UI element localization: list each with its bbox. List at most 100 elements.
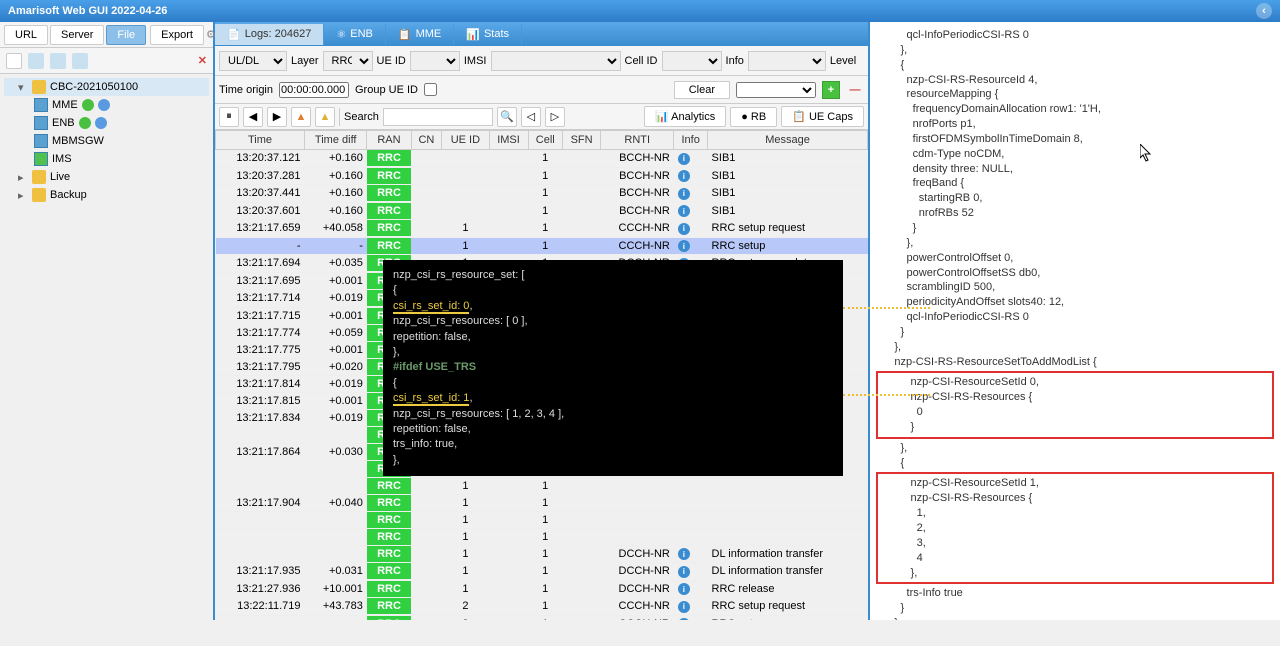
tab-enb[interactable]: ⚛ENB <box>324 24 386 45</box>
search-next-icon[interactable]: ▷ <box>545 107 565 127</box>
log-row[interactable]: --RRC 2 1 CCCH-NRiRRC setup <box>216 615 868 620</box>
col-info[interactable]: Info <box>674 131 708 150</box>
col-rnti[interactable]: RNTI <box>601 131 674 150</box>
next-icon[interactable]: ▶ <box>267 107 287 127</box>
log-row[interactable]: --RRC 1 1 CCCH-NRiRRC setup <box>216 237 868 255</box>
code-line: qcl-InfoPeriodicCSI-RS 0 <box>876 28 1274 43</box>
prev-icon[interactable]: ◀ <box>243 107 263 127</box>
tree-item-mbmsgw[interactable]: MBMSGW <box>4 132 209 150</box>
code-line: nzp-CSI-ResourceSetId 0, <box>880 375 1270 390</box>
code-line: nzp-CSI-RS-ResourceSetToAddModList { <box>876 355 1274 370</box>
warn-icon[interactable]: ▲ <box>291 107 311 127</box>
code-line: nzp-CSI-RS-Resources { <box>880 390 1270 405</box>
col-sfn[interactable]: SFN <box>562 131 600 150</box>
uecaps-icon: 📋 <box>792 111 806 123</box>
uldl-select[interactable]: UL/DL <box>219 51 287 71</box>
export-button[interactable]: Export <box>150 25 204 45</box>
log-row[interactable]: 13:21:17.904+0.040RRC 1 1 <box>216 494 868 511</box>
pause-icon[interactable] <box>50 53 66 69</box>
code-line: 3, <box>880 536 1270 551</box>
binoculars-icon[interactable]: 🔍 <box>497 107 517 127</box>
tree-item-mme[interactable]: MME <box>4 96 209 114</box>
col-cell[interactable]: Cell <box>528 131 562 150</box>
log-row[interactable]: RRC 1 1 <box>216 477 868 494</box>
code-line: } <box>876 325 1274 340</box>
url-button[interactable]: URL <box>4 25 48 45</box>
uecaps-button[interactable]: 📋 UE Caps <box>781 106 864 127</box>
group-ue-label: Group UE ID <box>355 84 418 96</box>
log-row[interactable]: 13:21:17.659+40.058RRC 1 1 CCCH-NRiRRC s… <box>216 220 868 238</box>
status-badge <box>98 99 110 111</box>
highlight-box-1: nzp-CSI-ResourceSetId 0, nzp-CSI-RS-Reso… <box>876 371 1274 438</box>
add-icon[interactable] <box>6 53 22 69</box>
code-line: nrofPorts p1, <box>876 117 1274 132</box>
log-row[interactable]: 13:20:37.281+0.160RRC 1 BCCH-NRiSIB1 <box>216 167 868 185</box>
log-row[interactable]: 13:21:17.935+0.031RRC 1 1 DCCH-NRiDL inf… <box>216 563 868 581</box>
rb-button[interactable]: ● RB <box>730 107 777 127</box>
col-ueid[interactable]: UE ID <box>442 131 489 150</box>
connector-2 <box>843 394 930 396</box>
warn2-icon[interactable]: ▲ <box>315 107 335 127</box>
imsi-select[interactable] <box>491 51 621 71</box>
code-line: }, <box>876 236 1274 251</box>
tab-stats[interactable]: 📊Stats <box>454 24 522 45</box>
collapse-icon[interactable]: ‹ <box>1256 3 1272 19</box>
tree-root[interactable]: ▾CBC-2021050100 <box>4 78 209 96</box>
tree-item-enb[interactable]: ENB <box>4 114 209 132</box>
col-cn[interactable]: CN <box>411 131 442 150</box>
remove-button[interactable]: — <box>846 81 864 99</box>
refresh-icon[interactable] <box>28 53 44 69</box>
code-line: nzp-CSI-RS-ResourceId 4, <box>876 73 1274 88</box>
log-row[interactable]: RRC 1 1 <box>216 528 868 545</box>
code-line: { <box>876 456 1274 471</box>
tab-logs[interactable]: 📄Logs: 204627 <box>215 24 324 45</box>
file-button[interactable]: File <box>106 25 146 45</box>
clear-button[interactable]: Clear <box>674 81 730 99</box>
analytics-button[interactable]: 📊 Analytics <box>644 106 726 127</box>
add-button[interactable]: + <box>822 81 840 99</box>
code-line: } <box>876 601 1274 616</box>
time-origin-input[interactable] <box>279 82 349 98</box>
log-row[interactable]: 13:22:11.719+43.783RRC 2 1 CCCH-NRiRRC s… <box>216 598 868 616</box>
search-prev-icon[interactable]: ◁ <box>521 107 541 127</box>
col-message[interactable]: Message <box>708 131 868 150</box>
code-line: }, <box>876 441 1274 456</box>
filter-row: UL/DL Layer RRC UE ID IMSI Cell ID Info … <box>215 46 868 76</box>
info-select[interactable] <box>748 51 826 71</box>
cellid-label: Cell ID <box>625 55 658 67</box>
search-input[interactable] <box>383 108 493 126</box>
log-row[interactable]: 13:20:37.121+0.160RRC 1 BCCH-NRiSIB1 <box>216 150 868 168</box>
col-timediff[interactable]: Time diff <box>305 131 367 150</box>
log-row[interactable]: RRC 1 1 DCCH-NRiDL information transfer <box>216 545 868 563</box>
log-row[interactable]: 13:20:37.601+0.160RRC 1 BCCH-NRiSIB1 <box>216 202 868 220</box>
log-row[interactable]: 13:21:27.936+10.001RRC 1 1 DCCH-NRiRRC r… <box>216 580 868 598</box>
code-line: nrofRBs 52 <box>876 206 1274 221</box>
server-button[interactable]: Server <box>50 25 104 45</box>
log-row[interactable]: 13:20:37.441+0.160RRC 1 BCCH-NRiSIB1 <box>216 185 868 203</box>
imsi-label: IMSI <box>464 55 487 67</box>
layer-select[interactable]: RRC <box>323 51 373 71</box>
stats-icon: 📊 <box>466 28 480 41</box>
tree-backup[interactable]: ▸Backup <box>4 186 209 204</box>
tree-item-ims[interactable]: IMS <box>4 150 209 168</box>
play-icon[interactable] <box>72 53 88 69</box>
time-origin-label: Time origin <box>219 84 273 96</box>
col-imsi[interactable]: IMSI <box>489 131 528 150</box>
layer-label: Layer <box>291 55 319 67</box>
code-line: }, <box>880 566 1270 581</box>
tree: ▾CBC-2021050100 MME ENB MBMSGW IMS ▸Live… <box>0 74 213 620</box>
code-line: resourceMapping { <box>876 87 1274 102</box>
ueid-select[interactable] <box>410 51 460 71</box>
group-ue-checkbox[interactable] <box>424 83 437 96</box>
log-row[interactable]: RRC 1 1 <box>216 511 868 528</box>
code-line: 1, <box>880 506 1270 521</box>
tab-mme[interactable]: 📋MME <box>386 24 454 45</box>
cellid-select[interactable] <box>662 51 722 71</box>
col-ran[interactable]: RAN <box>367 131 411 150</box>
col-time[interactable]: Time <box>216 131 305 150</box>
detail-panel[interactable]: qcl-InfoPeriodicCSI-RS 0 }, { nzp-CSI-RS… <box>870 22 1280 620</box>
close-icon[interactable]: ✕ <box>198 54 207 67</box>
clear-select[interactable] <box>736 82 816 98</box>
pause-icon[interactable]: ⏸ <box>219 107 239 127</box>
tree-live[interactable]: ▸Live <box>4 168 209 186</box>
